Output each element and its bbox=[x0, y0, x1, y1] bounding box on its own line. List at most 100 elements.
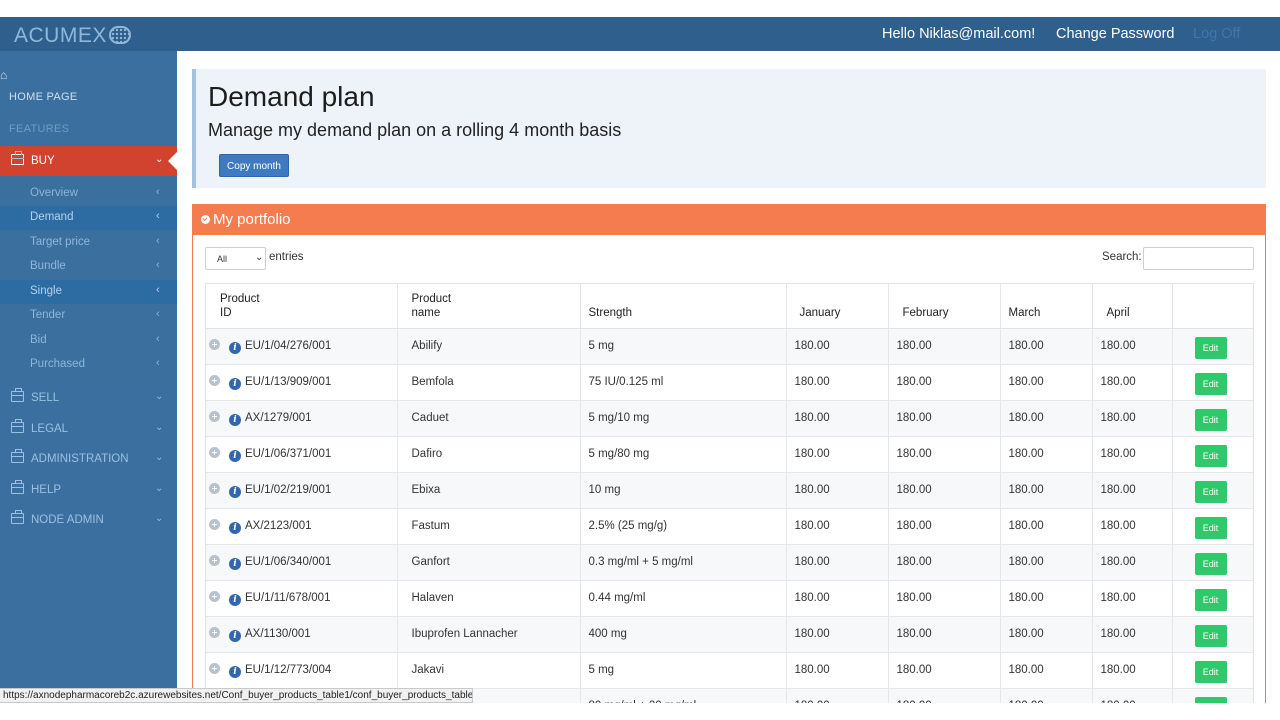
col-header-product-id[interactable]: Product ID bbox=[206, 284, 398, 329]
sidebar-subitem-overview[interactable]: Overview ‹ bbox=[0, 182, 177, 206]
cell-product-name: Caduet bbox=[397, 400, 581, 437]
briefcase-icon bbox=[11, 510, 24, 524]
portfolio-table: Product ID Product name Strength January… bbox=[206, 284, 1253, 703]
portfolio-panel-header bbox=[192, 204, 1266, 235]
expand-row-icon[interactable] bbox=[209, 590, 220, 602]
cell-actions: Edit bbox=[1172, 472, 1253, 509]
cell-strength: 10 mg bbox=[580, 472, 787, 509]
cell-january: 180.00 bbox=[786, 652, 889, 689]
cell-march: 180.00 bbox=[1000, 400, 1093, 437]
expand-row-icon[interactable] bbox=[209, 518, 220, 530]
col-header-march[interactable]: March bbox=[1000, 284, 1093, 329]
edit-button[interactable]: Edit bbox=[1194, 445, 1227, 467]
cell-strength: 0.3 mg/ml + 5 mg/ml bbox=[580, 544, 787, 581]
info-icon[interactable]: i bbox=[229, 521, 241, 534]
edit-button[interactable]: Edit bbox=[1194, 517, 1227, 539]
cell-february: 180.00 bbox=[888, 400, 1001, 437]
sidebar-subitem-label: Target price bbox=[30, 236, 91, 248]
info-icon[interactable]: i bbox=[229, 629, 241, 642]
expand-row-icon[interactable] bbox=[209, 410, 220, 422]
acumex-logo[interactable]: ACUMEX bbox=[14, 24, 131, 48]
sidebar-item-label: LEGAL bbox=[31, 423, 69, 435]
col-header-strength[interactable]: Strength bbox=[580, 284, 787, 329]
table-row: i EU/1/13/909/001 Bemfola 75 IU/0.125 ml 180… bbox=[206, 364, 1253, 401]
cell-february: 180.00 bbox=[888, 652, 1001, 689]
col-header-january[interactable]: January bbox=[786, 284, 889, 329]
entries-label: entries bbox=[269, 251, 304, 263]
expand-row-icon[interactable] bbox=[209, 482, 220, 494]
edit-button[interactable]: Edit bbox=[1194, 409, 1227, 431]
info-icon[interactable]: i bbox=[229, 341, 241, 354]
expand-row-icon[interactable] bbox=[209, 626, 220, 638]
info-icon[interactable]: i bbox=[229, 413, 241, 426]
edit-button[interactable]: Edit bbox=[1194, 589, 1227, 611]
table-row: i EU/1/06/340/001 Ganfort 0.3 mg/ml + 5 mg/… bbox=[206, 544, 1253, 581]
entries-length-select[interactable]: All ⌄ bbox=[205, 247, 266, 270]
cell-april: 180.00 bbox=[1092, 688, 1173, 703]
expand-row-icon[interactable] bbox=[209, 338, 220, 350]
chevron-down-icon: ⌄ bbox=[155, 452, 164, 463]
sidebar-subitem-single[interactable]: Single ‹ bbox=[0, 280, 177, 304]
change-password-link[interactable]: Change Password bbox=[1056, 26, 1175, 42]
active-indicator-arrow bbox=[168, 152, 177, 170]
expand-row-icon[interactable] bbox=[209, 446, 220, 458]
cell-product-name: Abilify bbox=[397, 328, 581, 365]
sidebar-item-node-admin[interactable]: NODE ADMIN ⌄ bbox=[0, 505, 177, 535]
expand-row-icon[interactable] bbox=[209, 554, 220, 566]
cell-strength: 400 mg bbox=[580, 616, 787, 653]
sidebar-home-page[interactable]: HOME PAGE bbox=[9, 91, 78, 103]
sidebar-item-sell[interactable]: SELL ⌄ bbox=[0, 383, 177, 413]
col-header-february[interactable]: February bbox=[888, 284, 1001, 329]
cell-april: 180.00 bbox=[1092, 652, 1173, 689]
sidebar-subitem-bid[interactable]: Bid ‹ bbox=[0, 329, 177, 353]
info-icon[interactable]: i bbox=[229, 557, 241, 570]
portfolio-title: My portfolio bbox=[213, 211, 291, 228]
col-header-product-name[interactable]: Product name bbox=[397, 284, 581, 329]
log-off-link[interactable]: Log Off bbox=[1193, 26, 1240, 42]
cell-product-name: Ebixa bbox=[397, 472, 581, 509]
bottom-margin bbox=[0, 703, 1280, 720]
table-header-row: Product ID Product name Strength January… bbox=[206, 284, 1253, 329]
table-row: i AX/2123/001 Fastum 2.5% (25 mg/g) 180.00 18… bbox=[206, 508, 1253, 545]
sidebar-subitem-tender[interactable]: Tender ‹ bbox=[0, 304, 177, 328]
sidebar-item-buy[interactable]: BUY ⌄ bbox=[0, 146, 177, 176]
greeting-link[interactable]: Hello Niklas@mail.com! bbox=[882, 26, 1035, 42]
cell-product-name: Ibuprofen Lannacher bbox=[397, 616, 581, 653]
cell-product-id: i EU/1/11/678/001 bbox=[206, 580, 398, 617]
product-id-text: EU/1/12/773/004 bbox=[245, 663, 332, 676]
info-icon[interactable]: i bbox=[229, 485, 241, 498]
cell-march: 180.00 bbox=[1000, 544, 1093, 581]
sidebar-subitem-demand[interactable]: Demand ‹ bbox=[0, 206, 177, 230]
edit-button[interactable]: Edit bbox=[1194, 661, 1227, 683]
sidebar-item-help[interactable]: HELP ⌄ bbox=[0, 475, 177, 505]
edit-button[interactable]: Edit bbox=[1194, 373, 1227, 395]
sidebar-item-legal[interactable]: LEGAL ⌄ bbox=[0, 414, 177, 444]
info-icon[interactable]: i bbox=[229, 665, 241, 678]
cell-january: 180.00 bbox=[786, 436, 889, 473]
edit-button[interactable]: Edit bbox=[1194, 337, 1227, 359]
edit-button[interactable]: Edit bbox=[1194, 481, 1227, 503]
cell-strength: 5 mg bbox=[580, 328, 787, 365]
sidebar-item-administration[interactable]: ADMINISTRATION ⌄ bbox=[0, 444, 177, 474]
search-input[interactable] bbox=[1143, 247, 1254, 270]
col-header-april[interactable]: April bbox=[1092, 284, 1173, 329]
cell-march: 180.00 bbox=[1000, 616, 1093, 653]
edit-button[interactable]: Edit bbox=[1194, 553, 1227, 575]
cell-product-id: i EU/1/06/340/001 bbox=[206, 544, 398, 581]
portfolio-table-wrapper: Product ID Product name Strength January… bbox=[205, 283, 1254, 703]
sidebar-subitem-purchased[interactable]: Purchased ‹ bbox=[0, 353, 177, 377]
chevron-left-icon: ‹ bbox=[156, 308, 160, 320]
expand-row-icon[interactable] bbox=[209, 374, 220, 386]
buy-row: BUY ⌄ bbox=[0, 146, 177, 176]
cell-strength: 0.44 mg/ml bbox=[580, 580, 787, 617]
briefcase-icon bbox=[11, 419, 24, 433]
edit-button[interactable]: Edit bbox=[1194, 625, 1227, 647]
info-icon[interactable]: i bbox=[229, 593, 241, 606]
sidebar-subitem-target-price[interactable]: Target price ‹ bbox=[0, 231, 177, 255]
info-icon[interactable]: i bbox=[229, 377, 241, 390]
copy-month-button[interactable]: Copy month bbox=[219, 154, 289, 177]
expand-row-icon[interactable] bbox=[209, 662, 220, 674]
sidebar-subitem-bundle[interactable]: Bundle ‹ bbox=[0, 255, 177, 279]
info-icon[interactable]: i bbox=[229, 449, 241, 462]
home-icon[interactable]: ⌂ bbox=[0, 68, 12, 82]
